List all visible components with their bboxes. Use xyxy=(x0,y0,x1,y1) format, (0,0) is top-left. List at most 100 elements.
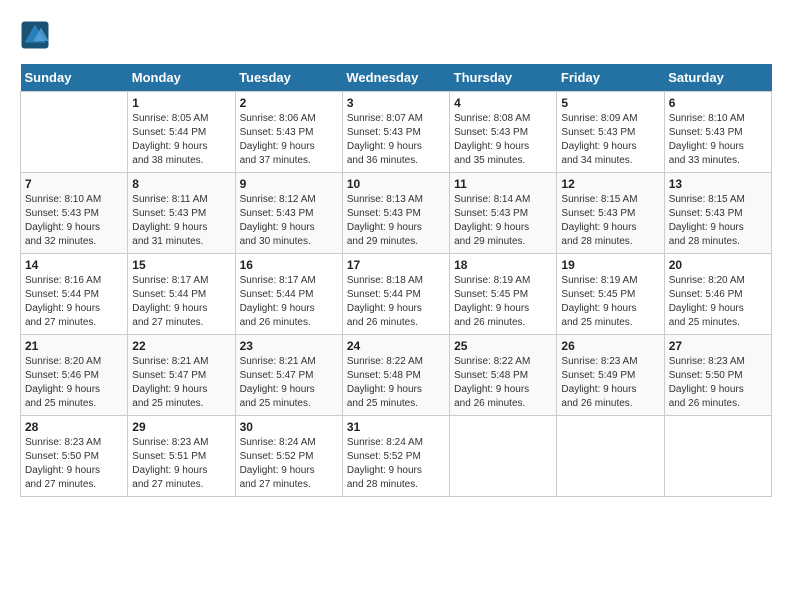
day-info: Sunrise: 8:23 AM Sunset: 5:50 PM Dayligh… xyxy=(25,436,123,492)
calendar-cell: 15 Sunrise: 8:17 AM Sunset: 5:44 PM Dayli… xyxy=(128,254,235,335)
day-number: 3 xyxy=(347,96,445,110)
day-info: Sunrise: 8:10 AM Sunset: 5:43 PM Dayligh… xyxy=(25,193,123,249)
day-number: 22 xyxy=(132,339,230,353)
calendar-week-row: 7 Sunrise: 8:10 AM Sunset: 5:43 PM Daylig… xyxy=(21,173,772,254)
calendar-cell: 6Sunrise: 8:10 AM Sunset: 5:43 PM Daylig… xyxy=(664,92,771,173)
calendar-header-cell: Wednesday xyxy=(342,64,449,92)
calendar-cell xyxy=(664,416,771,497)
calendar-cell: 18 Sunrise: 8:19 AM Sunset: 5:45 PM Dayli… xyxy=(450,254,557,335)
day-info: Sunrise: 8:23 AM Sunset: 5:50 PM Dayligh… xyxy=(669,355,767,411)
day-number: 1 xyxy=(132,96,230,110)
day-number: 27 xyxy=(669,339,767,353)
day-info: Sunrise: 8:16 AM Sunset: 5:44 PM Dayligh… xyxy=(25,274,123,330)
calendar-cell: 29Sunrise: 8:23 AM Sunset: 5:51 PM Dayli… xyxy=(128,416,235,497)
day-info: Sunrise: 8:19 AM Sunset: 5:45 PM Dayligh… xyxy=(454,274,552,330)
day-number: 4 xyxy=(454,96,552,110)
calendar-cell: 13 Sunrise: 8:15 AM Sunset: 5:43 PM Dayli… xyxy=(664,173,771,254)
day-number: 16 xyxy=(240,258,338,272)
day-info: Sunrise: 8:21 AM Sunset: 5:47 PM Dayligh… xyxy=(240,355,338,411)
logo-icon xyxy=(20,20,50,50)
day-info: Sunrise: 8:20 AM Sunset: 5:46 PM Dayligh… xyxy=(25,355,123,411)
day-info: Sunrise: 8:20 AM Sunset: 5:46 PM Dayligh… xyxy=(669,274,767,330)
day-number: 8 xyxy=(132,177,230,191)
calendar-cell: 9 Sunrise: 8:12 AM Sunset: 5:43 PM Daylig… xyxy=(235,173,342,254)
calendar-cell: 26Sunrise: 8:23 AM Sunset: 5:49 PM Dayli… xyxy=(557,335,664,416)
calendar-header: SundayMondayTuesdayWednesdayThursdayFrid… xyxy=(21,64,772,92)
calendar-header-cell: Monday xyxy=(128,64,235,92)
calendar-cell: 10 Sunrise: 8:13 AM Sunset: 5:43 PM Dayli… xyxy=(342,173,449,254)
calendar-cell: 1Sunrise: 8:05 AM Sunset: 5:44 PM Daylig… xyxy=(128,92,235,173)
day-info: Sunrise: 8:13 AM Sunset: 5:43 PM Dayligh… xyxy=(347,193,445,249)
calendar-cell: 31Sunrise: 8:24 AM Sunset: 5:52 PM Dayli… xyxy=(342,416,449,497)
day-info: Sunrise: 8:17 AM Sunset: 5:44 PM Dayligh… xyxy=(132,274,230,330)
day-number: 25 xyxy=(454,339,552,353)
calendar-header-cell: Tuesday xyxy=(235,64,342,92)
calendar-cell: 11 Sunrise: 8:14 AM Sunset: 5:43 PM Dayli… xyxy=(450,173,557,254)
day-info: Sunrise: 8:24 AM Sunset: 5:52 PM Dayligh… xyxy=(240,436,338,492)
calendar-cell: 24 Sunrise: 8:22 AM Sunset: 5:48 PM Dayli… xyxy=(342,335,449,416)
calendar-week-row: 14 Sunrise: 8:16 AM Sunset: 5:44 PM Dayli… xyxy=(21,254,772,335)
day-number: 23 xyxy=(240,339,338,353)
calendar-cell: 25 Sunrise: 8:22 AM Sunset: 5:48 PM Dayli… xyxy=(450,335,557,416)
calendar-cell: 2Sunrise: 8:06 AM Sunset: 5:43 PM Daylig… xyxy=(235,92,342,173)
day-info: Sunrise: 8:15 AM Sunset: 5:43 PM Dayligh… xyxy=(669,193,767,249)
day-info: Sunrise: 8:11 AM Sunset: 5:43 PM Dayligh… xyxy=(132,193,230,249)
top-section xyxy=(20,20,772,54)
calendar-cell: 22 Sunrise: 8:21 AM Sunset: 5:47 PM Dayli… xyxy=(128,335,235,416)
day-number: 21 xyxy=(25,339,123,353)
calendar-cell: 23 Sunrise: 8:21 AM Sunset: 5:47 PM Dayli… xyxy=(235,335,342,416)
calendar-cell: 14 Sunrise: 8:16 AM Sunset: 5:44 PM Dayli… xyxy=(21,254,128,335)
day-number: 28 xyxy=(25,420,123,434)
day-info: Sunrise: 8:22 AM Sunset: 5:48 PM Dayligh… xyxy=(347,355,445,411)
day-info: Sunrise: 8:09 AM Sunset: 5:43 PM Dayligh… xyxy=(561,112,659,168)
day-number: 19 xyxy=(561,258,659,272)
day-number: 10 xyxy=(347,177,445,191)
day-number: 18 xyxy=(454,258,552,272)
calendar-header-cell: Sunday xyxy=(21,64,128,92)
calendar-cell: 8 Sunrise: 8:11 AM Sunset: 5:43 PM Daylig… xyxy=(128,173,235,254)
calendar-week-row: 1Sunrise: 8:05 AM Sunset: 5:44 PM Daylig… xyxy=(21,92,772,173)
day-number: 11 xyxy=(454,177,552,191)
calendar-cell: 3Sunrise: 8:07 AM Sunset: 5:43 PM Daylig… xyxy=(342,92,449,173)
calendar-cell: 30 Sunrise: 8:24 AM Sunset: 5:52 PM Dayli… xyxy=(235,416,342,497)
calendar-cell: 20 Sunrise: 8:20 AM Sunset: 5:46 PM Dayli… xyxy=(664,254,771,335)
day-number: 7 xyxy=(25,177,123,191)
day-number: 30 xyxy=(240,420,338,434)
calendar-cell xyxy=(21,92,128,173)
calendar-cell: 4 Sunrise: 8:08 AM Sunset: 5:43 PM Daylig… xyxy=(450,92,557,173)
day-number: 5 xyxy=(561,96,659,110)
calendar-header-cell: Friday xyxy=(557,64,664,92)
calendar-cell xyxy=(557,416,664,497)
calendar-cell: 12 Sunrise: 8:15 AM Sunset: 5:43 PM Dayli… xyxy=(557,173,664,254)
day-info: Sunrise: 8:17 AM Sunset: 5:44 PM Dayligh… xyxy=(240,274,338,330)
day-number: 24 xyxy=(347,339,445,353)
day-number: 6 xyxy=(669,96,767,110)
calendar-cell: 27 Sunrise: 8:23 AM Sunset: 5:50 PM Dayli… xyxy=(664,335,771,416)
day-info: Sunrise: 8:08 AM Sunset: 5:43 PM Dayligh… xyxy=(454,112,552,168)
day-number: 20 xyxy=(669,258,767,272)
day-info: Sunrise: 8:24 AM Sunset: 5:52 PM Dayligh… xyxy=(347,436,445,492)
calendar-header-cell: Saturday xyxy=(664,64,771,92)
logo xyxy=(20,20,54,50)
day-number: 14 xyxy=(25,258,123,272)
day-info: Sunrise: 8:22 AM Sunset: 5:48 PM Dayligh… xyxy=(454,355,552,411)
day-number: 9 xyxy=(240,177,338,191)
day-info: Sunrise: 8:21 AM Sunset: 5:47 PM Dayligh… xyxy=(132,355,230,411)
day-info: Sunrise: 8:14 AM Sunset: 5:43 PM Dayligh… xyxy=(454,193,552,249)
day-number: 15 xyxy=(132,258,230,272)
day-info: Sunrise: 8:12 AM Sunset: 5:43 PM Dayligh… xyxy=(240,193,338,249)
calendar-week-row: 21 Sunrise: 8:20 AM Sunset: 5:46 PM Dayli… xyxy=(21,335,772,416)
calendar-cell: 5 Sunrise: 8:09 AM Sunset: 5:43 PM Daylig… xyxy=(557,92,664,173)
day-info: Sunrise: 8:06 AM Sunset: 5:43 PM Dayligh… xyxy=(240,112,338,168)
day-info: Sunrise: 8:18 AM Sunset: 5:44 PM Dayligh… xyxy=(347,274,445,330)
day-info: Sunrise: 8:23 AM Sunset: 5:51 PM Dayligh… xyxy=(132,436,230,492)
calendar-week-row: 28 Sunrise: 8:23 AM Sunset: 5:50 PM Dayli… xyxy=(21,416,772,497)
day-number: 17 xyxy=(347,258,445,272)
calendar-body: 1Sunrise: 8:05 AM Sunset: 5:44 PM Daylig… xyxy=(21,92,772,497)
day-number: 13 xyxy=(669,177,767,191)
calendar-cell: 16 Sunrise: 8:17 AM Sunset: 5:44 PM Dayli… xyxy=(235,254,342,335)
day-info: Sunrise: 8:15 AM Sunset: 5:43 PM Dayligh… xyxy=(561,193,659,249)
day-number: 12 xyxy=(561,177,659,191)
calendar-table: SundayMondayTuesdayWednesdayThursdayFrid… xyxy=(20,64,772,497)
calendar-cell: 19Sunrise: 8:19 AM Sunset: 5:45 PM Dayli… xyxy=(557,254,664,335)
